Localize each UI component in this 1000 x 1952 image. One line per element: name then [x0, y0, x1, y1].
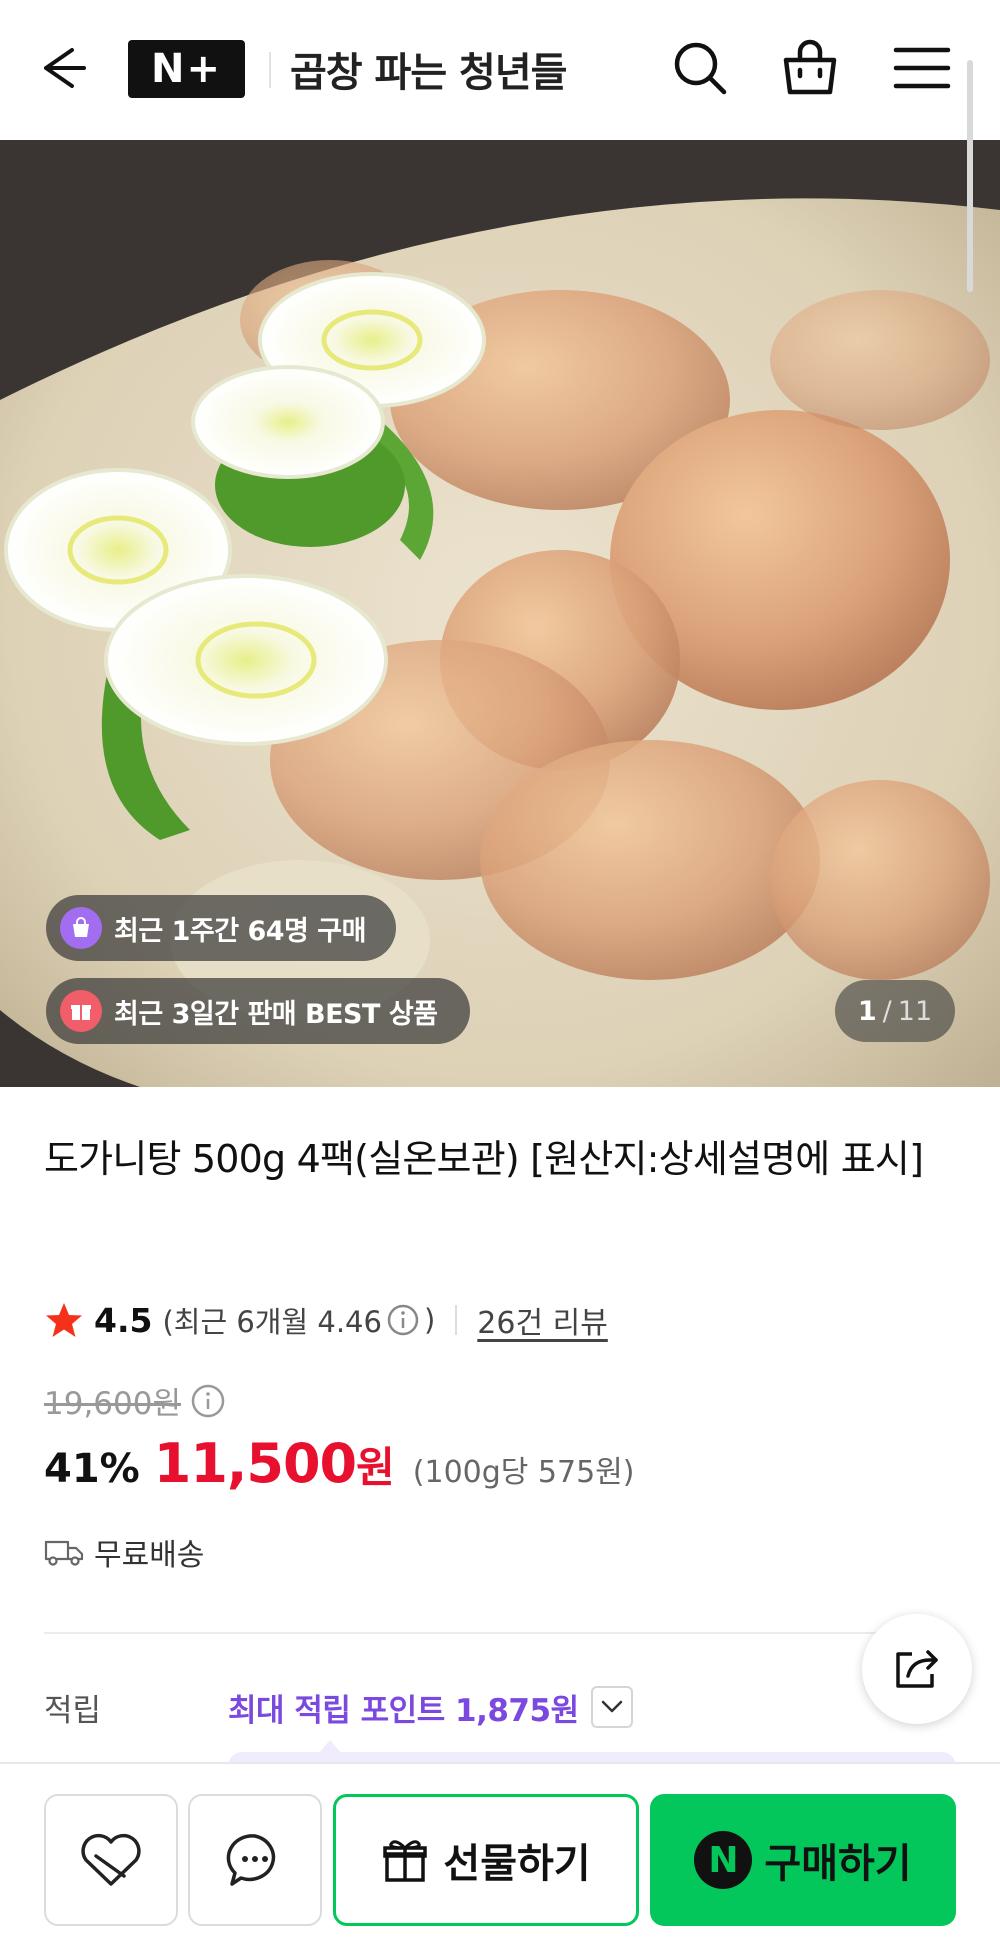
section-divider — [44, 1632, 956, 1634]
unit-price: (100g당 575원) — [412, 1455, 635, 1490]
search-icon[interactable] — [668, 36, 732, 100]
shopping-bag-icon[interactable] — [778, 36, 842, 100]
product-title: 도가니탕 500g 4팩(실온보관) [원산지:상세설명에 표시] — [44, 1137, 924, 1181]
gift-badge-icon — [60, 990, 102, 1032]
truck-icon — [44, 1540, 84, 1566]
sale-price: 11,500 — [153, 1432, 357, 1495]
price-row: 41% 11,500 원 (100g당 575원) — [44, 1432, 635, 1495]
gift-button[interactable]: 선물하기 — [333, 1794, 639, 1926]
logo-divider — [269, 52, 271, 88]
best-seller-badge: 최근 3일간 판매 BEST 상품 — [46, 978, 470, 1044]
naver-plus-logo[interactable]: N+ — [128, 40, 245, 98]
rating-score: 4.5 — [94, 1300, 153, 1340]
share-icon — [896, 1650, 938, 1688]
chevron-down-icon — [601, 1700, 622, 1713]
shopping-bag-badge-icon — [60, 907, 102, 949]
buy-now-button[interactable]: N 구매하기 — [650, 1794, 956, 1926]
scrollbar[interactable] — [967, 60, 973, 292]
page-current: 1 — [857, 995, 877, 1027]
store-name[interactable]: 곱창 파는 청년들 — [290, 38, 567, 100]
naver-pay-icon: N — [694, 1831, 753, 1889]
shipping-row: 무료배송 — [44, 1530, 204, 1574]
hamburger-menu-icon[interactable] — [890, 36, 954, 100]
rating-divider — [455, 1305, 458, 1335]
product-image-carousel[interactable]: 최근 1주간 64명 구매 최근 3일간 판매 BEST 상품 1 / 11 — [0, 140, 1000, 1087]
talk-button[interactable] — [188, 1794, 322, 1926]
original-price: 19,600원 — [44, 1386, 181, 1422]
bottom-action-bar: 선물하기 N 구매하기 — [0, 1762, 1000, 1952]
recent-rating-close: ) — [423, 1303, 436, 1337]
wishlist-button[interactable] — [44, 1794, 178, 1926]
star-icon — [46, 1303, 82, 1337]
gift-icon — [383, 1840, 428, 1882]
price-info-icon[interactable] — [189, 1382, 227, 1420]
image-page-indicator: 1 / 11 — [835, 980, 955, 1042]
rating-row: 4.5 (최근 6개월 4.46 ) 26건 리뷰 — [44, 1296, 608, 1344]
discount-rate: 41% — [44, 1446, 140, 1492]
recent-rating: (최근 6개월 4.46 ) — [162, 1299, 435, 1341]
points-row: 적립 최대 적립 포인트 1,875원 — [44, 1682, 744, 1732]
free-shipping-label: 무료배송 — [94, 1538, 205, 1573]
sale-currency: 원 — [356, 1443, 395, 1492]
original-price-row: 19,600원 — [44, 1378, 227, 1423]
page-total: 11 — [897, 995, 933, 1027]
chat-bubble-icon — [226, 1834, 276, 1886]
recent-purchase-badge: 최근 1주간 64명 구매 — [46, 895, 396, 961]
best-seller-text: 최근 3일간 판매 BEST 상품 — [114, 998, 438, 1030]
recent-purchase-text: 최근 1주간 64명 구매 — [114, 915, 366, 947]
buy-button-label: 구매하기 — [764, 1841, 912, 1887]
recent-rating-text: (최근 6개월 4.46 — [162, 1305, 382, 1339]
points-expand-button[interactable] — [590, 1686, 633, 1728]
review-count-link[interactable]: 26건 리뷰 — [477, 1298, 608, 1342]
back-arrow-icon[interactable] — [36, 38, 96, 98]
points-label: 적립 — [44, 1692, 102, 1729]
page-separator: / — [882, 995, 892, 1027]
share-button[interactable] — [862, 1614, 972, 1724]
heart-icon — [81, 1833, 141, 1886]
top-header: N+ 곱창 파는 청년들 — [0, 0, 1000, 140]
max-points-value[interactable]: 최대 적립 포인트 1,875원 — [228, 1685, 579, 1730]
info-icon[interactable] — [386, 1303, 420, 1337]
gift-button-label: 선물하기 — [443, 1841, 591, 1887]
